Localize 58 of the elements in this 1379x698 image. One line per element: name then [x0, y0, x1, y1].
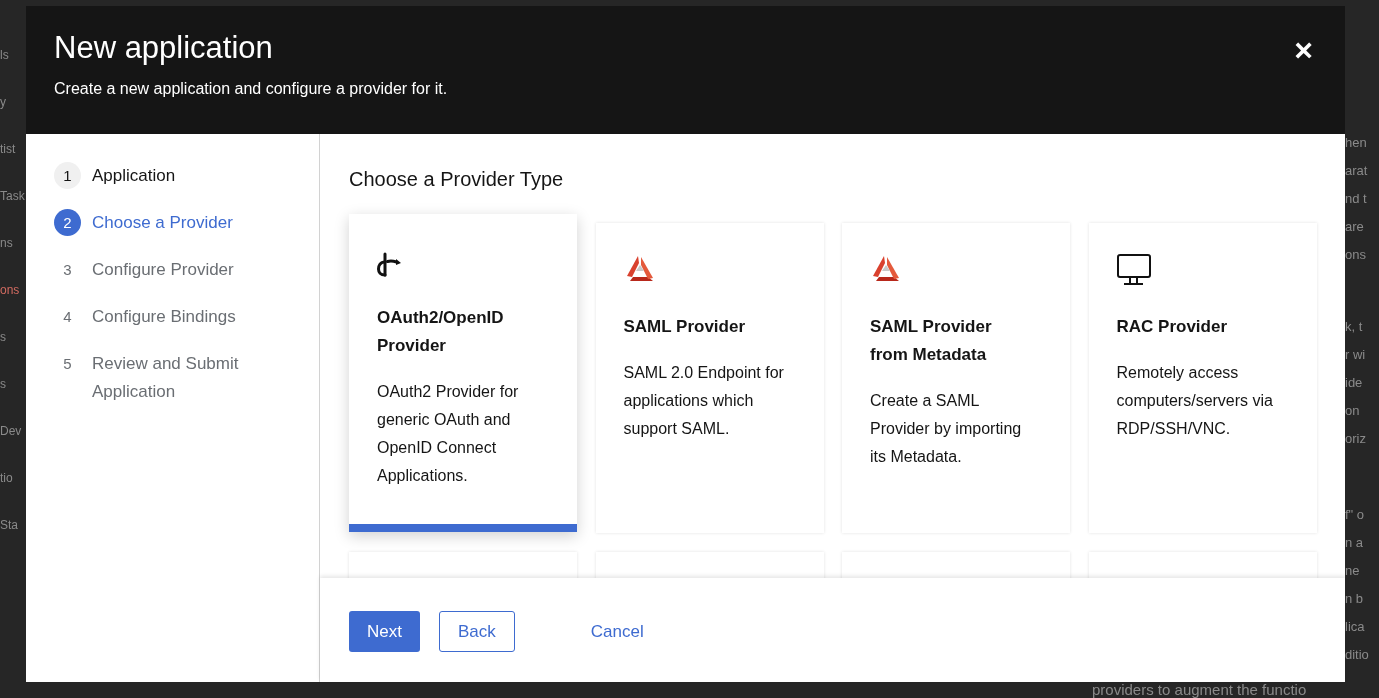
background-text: ditio [1345, 646, 1369, 664]
background-text: tist [0, 142, 17, 158]
provider-card[interactable]: SAML Provider from Metadata Create a SAML Provider by importing its Metadata. [842, 223, 1070, 533]
wizard-step[interactable]: Application [92, 162, 262, 190]
background-text: on [1345, 402, 1361, 420]
background-text: oriz [1345, 430, 1367, 448]
card-description: OAuth2 Provider for generic OAuth and OpenID Connect Applications. [377, 382, 520, 486]
background-text: tio [0, 471, 14, 487]
wizard-step[interactable]: Review and Submit Application [92, 350, 262, 406]
background-text: ons [1345, 246, 1367, 264]
background-text: ls [0, 48, 10, 64]
card-description: Remotely access computers/servers via RDP/SSH/VNC. [1116, 363, 1274, 439]
provider-card[interactable]: RAC Provider Remotely access computers/servers via RDP/SSH/VNC. [1088, 223, 1317, 533]
background-text: providers to augment the functio [1092, 681, 1307, 698]
monitor-icon [1116, 254, 1151, 286]
wizard-step[interactable]: Configure Provider [92, 256, 262, 284]
card-title: SAML Provider [623, 316, 747, 338]
step-number: 1 [54, 162, 81, 189]
background-text: f" o [1345, 506, 1366, 524]
background-text: k, t [1345, 318, 1364, 336]
wizard-step[interactable]: Configure Bindings [92, 303, 262, 331]
card-description: SAML 2.0 Endpoint for applications which support SAML. [623, 363, 785, 439]
card-description: Create a SAML Provider by importing its Metadata. [870, 391, 1023, 467]
background-text: are [1345, 218, 1365, 236]
card-title: SAML Provider from Metadata [870, 316, 993, 366]
wizard-step[interactable]: Choose a Provider [92, 209, 262, 237]
card-title: RAC Provider [1116, 316, 1229, 338]
background-text: arat [1345, 162, 1369, 180]
background-text: s [0, 330, 7, 346]
step-number: 4 [62, 306, 73, 327]
step-number: 3 [62, 259, 73, 280]
background-text: nd t [1345, 190, 1368, 208]
background-text: ons [0, 283, 21, 299]
background-text: n a [1345, 534, 1365, 552]
cancel-link[interactable]: Cancel [572, 611, 662, 652]
step-number: 5 [62, 353, 73, 374]
provider-card[interactable]: OAuth2/OpenID Provider OAuth2 Provider for generic OAuth and OpenID Connect Applications. [349, 214, 577, 532]
background-text: ne [1345, 562, 1361, 580]
background-text: Sta [0, 518, 19, 534]
background-text: lica [1345, 618, 1366, 636]
background-text: y [0, 95, 7, 111]
background-text: r wi [1345, 346, 1367, 364]
dialog-subtitle: Create a new application and configure a provider for it. [54, 80, 448, 98]
background-text: ns [0, 236, 14, 252]
background-text: hen [1345, 134, 1368, 152]
wizard-button[interactable]: Back [438, 611, 515, 652]
step-number: 2 [54, 209, 81, 236]
background-text: n b [1345, 590, 1365, 608]
close-button[interactable]: × [1290, 34, 1317, 66]
background-text: Dev [0, 424, 23, 440]
background-text: Task [0, 189, 26, 205]
card-title: OAuth2/OpenID Provider [377, 307, 505, 357]
section-title: Choose a Provider Type [349, 167, 565, 192]
background-text: s [0, 377, 7, 393]
dialog-title: New application [54, 29, 274, 67]
background-text: ide [1345, 374, 1364, 392]
wizard-button[interactable]: Next [349, 611, 420, 652]
provider-card[interactable]: SAML Provider SAML 2.0 Endpoint for applications which support SAML. [595, 223, 824, 533]
